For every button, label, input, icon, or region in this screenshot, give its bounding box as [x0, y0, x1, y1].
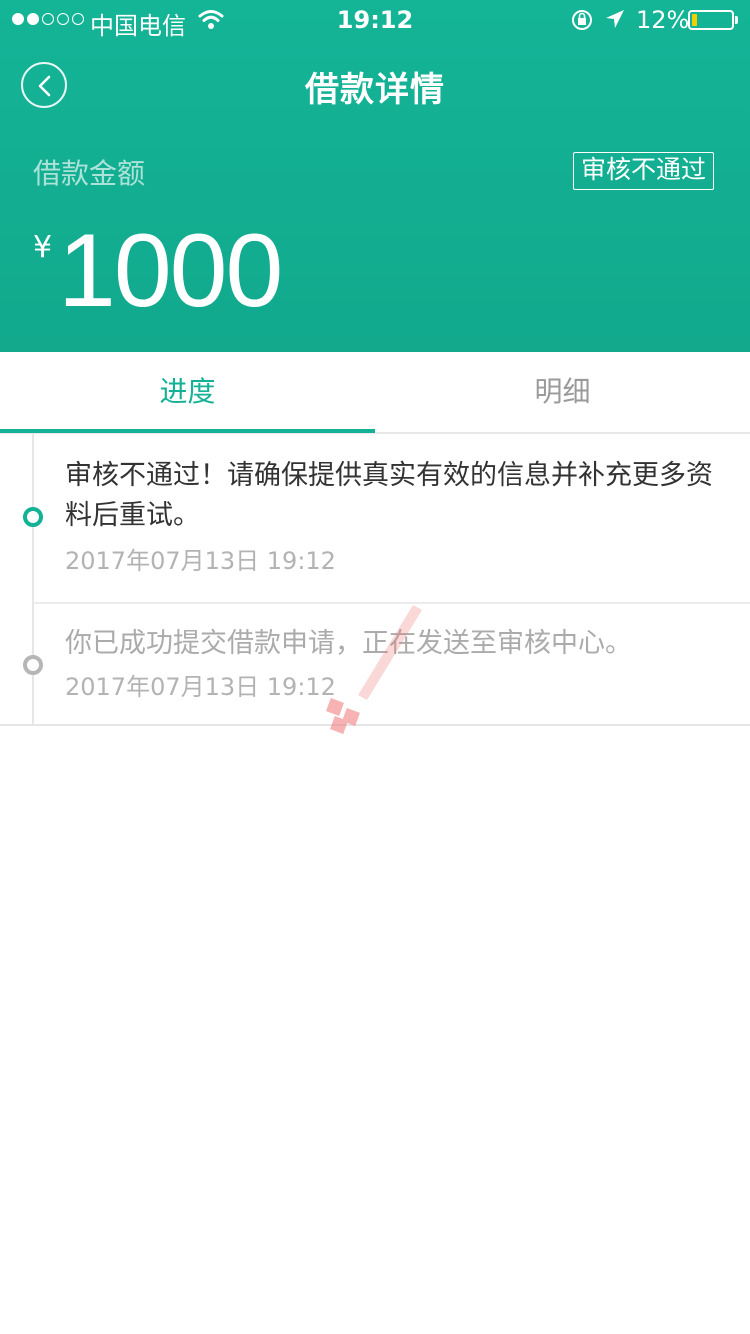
- status-badge: 审核不通过: [573, 152, 715, 190]
- timeline-item: 审核不通过！请确保提供真实有效的信息并补充更多资料后重试。 2017年07月13…: [0, 434, 750, 602]
- tab-bar: 进度 明细: [0, 352, 750, 434]
- timeline-node-current: [23, 507, 43, 527]
- progress-timeline: 审核不通过！请确保提供真实有效的信息并补充更多资料后重试。 2017年07月13…: [0, 434, 750, 726]
- battery-level: [692, 14, 697, 26]
- amount-label: 借款金额: [33, 157, 146, 190]
- tab-progress[interactable]: 进度: [0, 352, 375, 432]
- timeline-item-time: 2017年07月13日 19:12: [65, 673, 336, 701]
- loan-amount: 1000: [58, 213, 283, 329]
- battery-tip: [735, 16, 738, 24]
- loan-header: 中国电信 19:12 12% 借款详情 借款金额 审核不通过 ¥ 1000: [0, 0, 750, 352]
- timeline-item-time: 2017年07月13日 19:12: [65, 547, 336, 575]
- orientation-lock-icon: [570, 8, 594, 36]
- battery-percent: 12%: [636, 6, 690, 34]
- location-arrow-icon: [604, 8, 626, 34]
- timeline-item-text: 审核不通过！请确保提供真实有效的信息并补充更多资料后重试。: [65, 460, 713, 531]
- timeline-item: 你已成功提交借款申请，正在发送至审核中心。 2017年07月13日 19:12: [0, 602, 750, 724]
- status-bar: 中国电信 19:12 12%: [0, 0, 750, 40]
- page-title: 借款详情: [305, 70, 445, 110]
- timeline-node-past: [23, 655, 43, 675]
- currency-symbol: ¥: [33, 230, 53, 265]
- timeline-item-text: 你已成功提交借款申请，正在发送至审核中心。: [65, 628, 632, 659]
- tab-details[interactable]: 明细: [375, 352, 750, 432]
- battery-icon: [688, 10, 734, 30]
- active-tab-indicator: [0, 429, 375, 433]
